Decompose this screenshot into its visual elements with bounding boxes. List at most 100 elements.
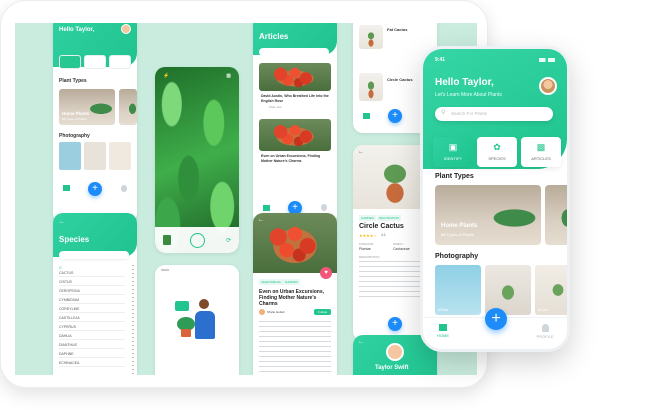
alphabet-index[interactable] (132, 265, 134, 375)
screen-home-mini: Hello Taylor, Plant Types Home Plants 68… (53, 23, 137, 223)
article-1-author: Shan Jos (269, 105, 282, 109)
article-2-title[interactable]: Even on Urban Excursions, Finding Mother… (261, 154, 329, 163)
onboarding-status (161, 269, 169, 271)
nav-profile[interactable]: PROFILE (533, 324, 557, 339)
follow-button[interactable]: Follow (314, 309, 331, 315)
article-hero-image (253, 213, 337, 273)
letter-c: C (59, 265, 62, 270)
article-body (259, 321, 331, 375)
flash-icon[interactable]: ⚡ (163, 73, 169, 79)
tag-vegetables[interactable]: VEGETABLES (259, 279, 283, 285)
add-button[interactable]: + (88, 182, 102, 196)
back-arrow-icon[interactable]: ← (358, 149, 364, 155)
photo-card-3[interactable]: #Cuts (535, 265, 567, 315)
family-value: Cactaceae (393, 247, 410, 251)
section-plant-types: Plant Types (435, 173, 474, 180)
author-avatar (259, 309, 265, 315)
species-list-item[interactable]: CISTUS (59, 280, 125, 286)
section-plant-types: Plant Types (59, 78, 87, 84)
tag-garden[interactable]: GARDEN (283, 279, 300, 285)
species-list-item[interactable]: DAHLIA (59, 334, 125, 340)
species-search-input[interactable] (59, 251, 129, 259)
home-plants-label: Home Plants (441, 223, 478, 229)
profile-icon[interactable] (121, 185, 127, 192)
fat-cactus-thumb[interactable] (359, 25, 383, 49)
circle-cactus-thumb[interactable] (359, 73, 383, 101)
home-plants-label: Home Plants (62, 111, 90, 116)
plant-type-card-2[interactable] (545, 185, 567, 245)
plant-title: Circle Cactus (359, 223, 404, 230)
nav-home[interactable]: HOME (433, 324, 453, 338)
plant-card-2[interactable] (119, 89, 137, 125)
profile-icon[interactable] (321, 204, 327, 211)
book-icon: ▩ (536, 142, 546, 152)
camera-switch-icon[interactable]: ▩ (226, 73, 231, 79)
gallery-thumbnail[interactable] (163, 235, 171, 245)
home-icon[interactable] (363, 113, 370, 119)
shutter-button[interactable] (190, 233, 205, 248)
photo-3[interactable] (109, 142, 131, 170)
design-canvas: Hello Taylor, Plant Types Home Plants 68… (15, 23, 477, 375)
add-button[interactable]: + (388, 109, 402, 123)
author-name: Shylie Hoboli (267, 310, 285, 314)
category-identify[interactable] (59, 55, 81, 69)
back-arrow-icon[interactable]: ← (258, 217, 264, 223)
category-species[interactable] (84, 55, 106, 69)
photo-card-1[interactable]: #Vivo (435, 265, 481, 315)
profile-avatar (386, 343, 404, 361)
category-articles[interactable]: ▩ ARTICLES (521, 137, 561, 167)
profile-icon (541, 324, 549, 332)
rating-value: 4.1 (381, 233, 386, 237)
photo-1[interactable] (59, 142, 81, 170)
category-species[interactable]: ✿ SPECIES (477, 137, 517, 167)
article-1-title[interactable]: David Austin, Who Breathed Life Into the… (261, 94, 329, 103)
photo-tag-3: #Cuts (538, 307, 549, 312)
search-field[interactable]: ⚲ Search For Plants (435, 107, 553, 121)
articles-title: Articles (259, 32, 289, 41)
species-list-item[interactable]: CASTILLEJA (59, 316, 125, 322)
home-icon[interactable] (263, 205, 270, 211)
tag-decoration[interactable]: DECORATION (377, 215, 401, 221)
illustration-person (175, 295, 225, 355)
greeting-text: Hello Taylor, (59, 27, 95, 33)
back-arrow-icon[interactable]: ← (358, 339, 364, 345)
avatar[interactable] (539, 77, 557, 95)
species-list-item[interactable]: CORDYLINE (59, 307, 125, 313)
home-icon[interactable] (63, 185, 70, 191)
species-list-item[interactable]: ECHINACEA (59, 361, 125, 367)
screen-articles: Articles David Austin, Who Breathed Life… (253, 23, 337, 225)
species-list-item[interactable]: DIANTHUS (59, 343, 125, 349)
circle-cactus-label[interactable]: Circle Cactus (387, 77, 413, 82)
species-list-item[interactable]: CYPERUS (59, 325, 125, 331)
article-search-input[interactable] (259, 48, 329, 56)
status-icons (539, 58, 555, 62)
search-input[interactable]: Search For Plants (451, 111, 487, 116)
article-2-image[interactable] (259, 119, 331, 151)
rotate-icon[interactable]: ⟳ (226, 237, 231, 244)
home-plants-card[interactable]: Home Plants 68 Types of Plants (435, 185, 541, 245)
tag-garden[interactable]: GARDEN (359, 215, 376, 221)
avatar[interactable] (121, 24, 131, 34)
species-list-item[interactable]: CYMBIDIUM (59, 298, 125, 304)
category-articles[interactable] (109, 55, 131, 69)
back-arrow-icon[interactable]: ← (59, 219, 65, 225)
species-list-item[interactable]: DAPHNE (59, 352, 125, 358)
species-list-item[interactable]: CACTUS (59, 271, 125, 277)
add-button[interactable]: + (388, 317, 402, 331)
like-button[interactable]: ♥ (320, 267, 332, 279)
add-plant-button[interactable]: + (485, 308, 507, 330)
fat-cactus-label[interactable]: Fat Cactus (387, 27, 407, 32)
home-icon (439, 324, 447, 331)
section-photography: Photography (59, 133, 90, 139)
screen-camera: ⚡ ▩ ⟳ (155, 67, 239, 253)
species-title: Species (59, 235, 90, 244)
category-identify[interactable]: ▣ IDENTIFY (433, 137, 473, 167)
family-label: FAMILY (393, 242, 404, 246)
home-plants-sub: 68 Types of Plants (441, 232, 474, 237)
kingdom-value: Plantae (359, 247, 371, 251)
greeting-text: Hello Taylor, (435, 77, 494, 88)
photo-2[interactable] (84, 142, 106, 170)
article-1-image[interactable] (259, 63, 331, 91)
greeting-subtitle: Let's Learn More About Plants (435, 92, 502, 98)
species-list-item[interactable]: CEROPEGIA (59, 289, 125, 295)
